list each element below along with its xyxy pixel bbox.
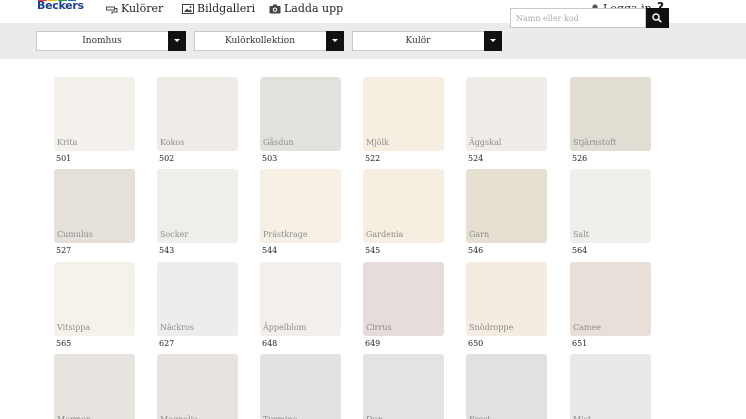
swatch-name: Turmine (263, 415, 297, 419)
swatch-name: Gardenia (366, 230, 404, 239)
color-swatch[interactable]: Garn (466, 169, 547, 243)
color-swatch-grid: Krita 501 Kokos 502 Gåsdun 503 Mjölk 522 Äggskal… (0, 0, 746, 419)
swatch-name: Socker (160, 230, 189, 239)
swatch-name: Prästkrage (263, 230, 308, 239)
swatch-name: Marmor (57, 415, 90, 419)
swatch-name: Äppelblom (263, 323, 307, 332)
color-swatch[interactable]: Prästkrage (260, 169, 341, 243)
color-swatch[interactable]: Socker (157, 169, 238, 243)
color-swatch[interactable]: Stjärnstoft (570, 77, 651, 151)
swatch-name: Näckros (160, 323, 194, 332)
color-swatch[interactable]: Kokos (157, 77, 238, 151)
swatch-code: 543 (159, 246, 175, 255)
swatch-code: 651 (572, 339, 588, 348)
swatch-name: Snödroppe (469, 323, 514, 332)
color-swatch[interactable]: Mist (570, 354, 651, 419)
swatch-name: Magnolia (160, 415, 198, 419)
swatch-name: Kokos (160, 138, 185, 147)
swatch-code: 501 (56, 154, 72, 163)
swatch-name: Garn (469, 230, 490, 239)
swatch-code: 564 (572, 246, 588, 255)
swatch-name: Äggskal (469, 138, 502, 147)
color-swatch[interactable]: Cirrus (363, 262, 444, 336)
swatch-code: 546 (468, 246, 484, 255)
swatch-code: 649 (365, 339, 381, 348)
color-swatch[interactable]: Vitsippa (54, 262, 135, 336)
swatch-code: 526 (572, 154, 588, 163)
swatch-name: Gåsdun (263, 138, 294, 147)
color-swatch[interactable]: Turmine (260, 354, 341, 419)
color-swatch[interactable]: Krita (54, 77, 135, 151)
swatch-code: 648 (262, 339, 278, 348)
swatch-code: 527 (56, 246, 72, 255)
color-swatch[interactable]: Mjölk (363, 77, 444, 151)
swatch-code: 524 (468, 154, 484, 163)
color-swatch[interactable]: Frost (466, 354, 547, 419)
swatch-code: 545 (365, 246, 381, 255)
color-swatch[interactable]: Äggskal (466, 77, 547, 151)
swatch-name: Camee (573, 323, 601, 332)
swatch-code: 522 (365, 154, 381, 163)
swatch-name: Krita (57, 138, 78, 147)
color-swatch[interactable]: Äppelblom (260, 262, 341, 336)
swatch-code: 565 (56, 339, 72, 348)
color-swatch[interactable]: Salt (570, 169, 651, 243)
color-swatch[interactable]: Marmor (54, 354, 135, 419)
color-swatch[interactable]: Cumulus (54, 169, 135, 243)
color-swatch[interactable]: Snödroppe (466, 262, 547, 336)
color-swatch[interactable]: Gåsdun (260, 77, 341, 151)
swatch-code: 503 (262, 154, 278, 163)
swatch-code: 627 (159, 339, 175, 348)
color-swatch[interactable]: Magnolia (157, 354, 238, 419)
swatch-name: Salt (573, 230, 590, 239)
swatch-name: Cirrus (366, 323, 392, 332)
swatch-name: Vitsippa (57, 323, 91, 332)
swatch-name: Cumulus (57, 230, 93, 239)
swatch-name: Frost (469, 415, 491, 419)
swatch-name: Stjärnstoft (573, 138, 617, 147)
color-swatch[interactable]: Dun (363, 354, 444, 419)
color-swatch[interactable]: Gardenia (363, 169, 444, 243)
swatch-code: 544 (262, 246, 278, 255)
swatch-code: 502 (159, 154, 175, 163)
color-swatch[interactable]: Näckros (157, 262, 238, 336)
swatch-name: Mist (573, 415, 591, 419)
color-swatch[interactable]: Camee (570, 262, 651, 336)
swatch-name: Mjölk (366, 138, 389, 147)
swatch-code: 650 (468, 339, 484, 348)
swatch-name: Dun (366, 415, 383, 419)
